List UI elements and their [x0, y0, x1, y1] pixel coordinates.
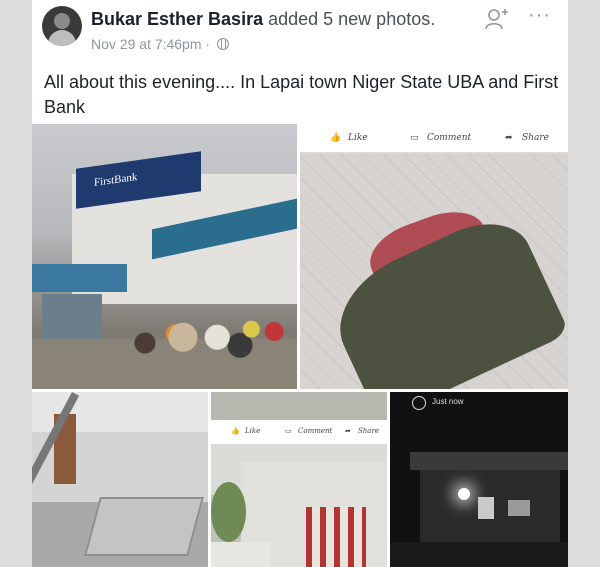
photo-1[interactable]: FirstBank — [32, 124, 297, 389]
more-options-icon[interactable]: ··· — [528, 4, 551, 27]
like-icon: 👍 — [330, 133, 342, 143]
photo-4[interactable]: 👍 Like ▭ Comment ➦ Share — [211, 392, 387, 567]
photo-5-story-label: Just now — [432, 397, 464, 406]
wall-base — [211, 542, 271, 567]
lit-window — [508, 500, 530, 516]
globe-icon — [216, 38, 229, 50]
photo-5[interactable]: Just now — [390, 392, 568, 567]
post-meta: Nov 29 at 7:46pm · — [91, 36, 229, 52]
photo-2-comment-label: Comment — [427, 133, 472, 143]
ground-night — [390, 542, 568, 567]
debris-furniture — [84, 497, 204, 556]
atm-structure — [42, 294, 102, 344]
crowd — [107, 274, 297, 389]
like-icon: 👍 — [231, 427, 240, 435]
share-icon: ➦ — [505, 133, 513, 143]
story-avatar — [412, 396, 426, 410]
photo-2-like-label: Like — [348, 133, 368, 143]
comment-icon: ▭ — [410, 133, 419, 143]
meta-separator: · — [201, 36, 214, 52]
bright-light — [458, 488, 470, 500]
add-friend-icon[interactable] — [484, 6, 510, 32]
share-icon: ➦ — [345, 427, 351, 435]
post-timestamp[interactable]: Nov 29 at 7:46pm — [91, 36, 202, 52]
photo-4-fb-toolbar: 👍 Like ▭ Comment ➦ Share — [211, 420, 387, 445]
red-doors — [306, 507, 366, 567]
post-card: Bukar Esther Basira added 5 new photos. … — [32, 0, 568, 567]
avatar-head — [54, 13, 70, 29]
canopy-roof — [410, 452, 568, 470]
comment-icon: ▭ — [285, 427, 292, 435]
photo-2[interactable]: 👍 Like ▭ Comment ➦ Share — [300, 124, 568, 389]
photo-4-top-strip — [211, 392, 387, 420]
post-header-line: Bukar Esther Basira added 5 new photos. — [91, 9, 435, 30]
photo-4-share-label: Share — [358, 427, 379, 435]
post-caption: All about this evening.... In Lapai town… — [44, 72, 559, 117]
lit-door — [478, 497, 494, 519]
avatar[interactable] — [42, 6, 82, 46]
post-action: added 5 new photos. — [263, 9, 436, 29]
avatar-body — [48, 30, 76, 46]
photo-2-share-label: Share — [522, 133, 549, 143]
photo-2-fb-toolbar: 👍 Like ▭ Comment ➦ Share — [300, 124, 568, 153]
photo-4-comment-label: Comment — [298, 427, 333, 435]
photo-4-like-label: Like — [245, 427, 261, 435]
author-name[interactable]: Bukar Esther Basira — [91, 9, 263, 29]
photo-3[interactable] — [32, 392, 208, 567]
tree — [211, 482, 246, 542]
